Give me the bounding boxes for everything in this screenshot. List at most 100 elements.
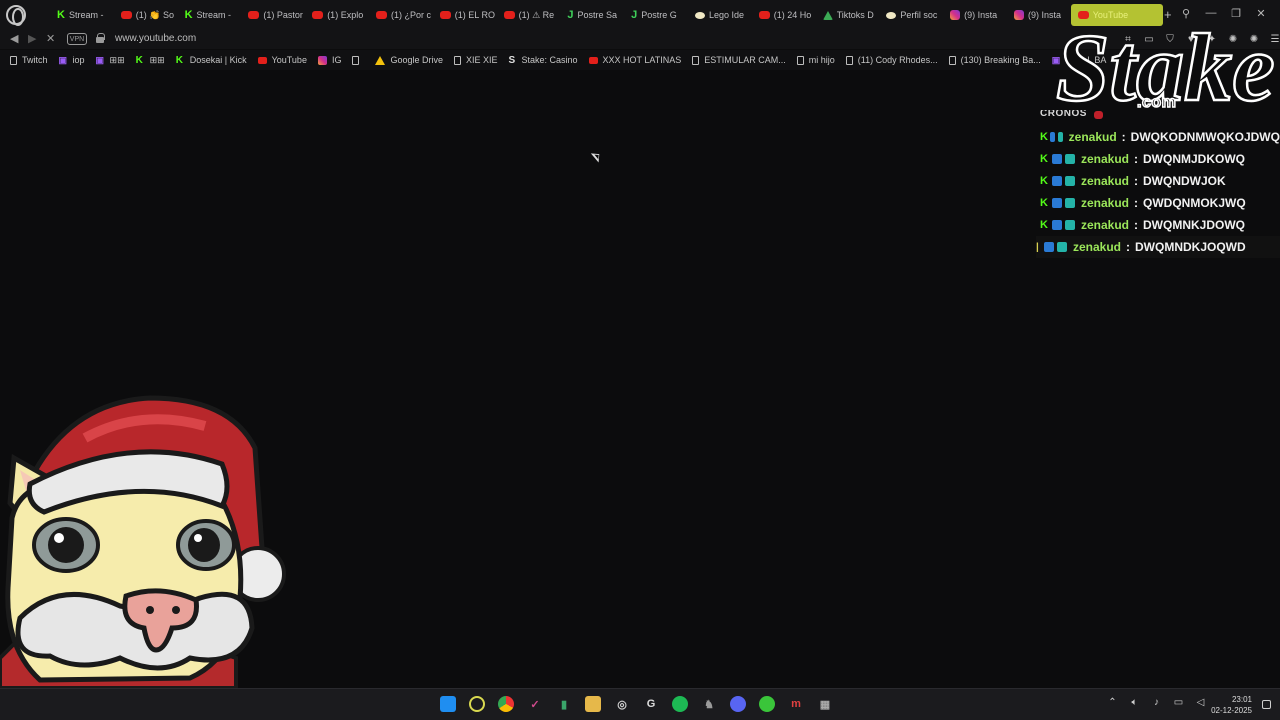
bookmark-item[interactable]: (11) Cody Rhodes... <box>845 55 938 65</box>
chat-username: zenakud <box>1081 152 1130 166</box>
bookmark-label: IG <box>331 55 342 65</box>
bookmark-item[interactable]: ▣ iop <box>59 55 85 65</box>
app2-icon[interactable]: m <box>788 696 804 712</box>
browser-tab[interactable]: (1) EL RO <box>433 4 497 26</box>
vpn-badge[interactable]: VPN <box>67 33 87 45</box>
kick-favicon-icon: K <box>184 9 193 21</box>
spotify-icon[interactable] <box>672 696 688 712</box>
stop-loading-icon[interactable]: ✕ <box>46 32 55 45</box>
tab-label: (1) ⚠ Re <box>518 9 555 20</box>
lock-icon[interactable] <box>96 33 105 43</box>
bookmark-label: (130) Breaking Ba... <box>960 55 1041 65</box>
browser-tab[interactable]: J Postre Sa <box>560 4 624 26</box>
mic-icon[interactable]: ♪ <box>1150 697 1163 708</box>
kick-badge-icon: K <box>1040 175 1048 187</box>
tab-label: (1) 24 Ho <box>773 10 812 20</box>
subscriber-badge-icon <box>1065 220 1075 230</box>
chat-separator: : <box>1134 196 1139 210</box>
chat-message: Kzenakud: DWQKODNMWQKOJDWQ <box>1036 126 1280 148</box>
bookmark-label: ESTIMULAR CAM... <box>704 55 786 65</box>
forward-icon[interactable]: ▶ <box>28 32 36 45</box>
bookmark-item[interactable]: K Dosekai | Kick <box>176 55 247 65</box>
network-icon[interactable]: ▭ <box>1172 697 1185 708</box>
bookmark-item[interactable]: XXX HOT LATINAS <box>588 55 681 65</box>
bookmark-item[interactable]: mi hijo <box>796 55 835 65</box>
bookmark-item[interactable]: XIE XIE <box>454 55 498 65</box>
bookmark-item[interactable]: Google Drive <box>375 55 443 65</box>
ig-favicon-icon <box>1013 10 1024 20</box>
doc-bookmark-icon <box>352 55 360 65</box>
chrome-icon[interactable] <box>498 696 514 712</box>
app-icon[interactable]: ✓ <box>527 696 543 712</box>
chat-text: DWQMNDKJOQWD <box>1135 240 1246 254</box>
chat-badge-icon <box>1094 111 1103 119</box>
bookmark-label: Dosekai | Kick <box>189 55 247 65</box>
bookmark-item[interactable]: ▣ ⊞⊞ <box>96 55 125 66</box>
bookmark-item[interactable]: (130) Breaking Ba... <box>948 55 1041 65</box>
browser-tab[interactable]: K Stream - <box>178 4 242 26</box>
stream-deck-icon[interactable]: ♞ <box>701 696 717 712</box>
vpn-app-icon[interactable] <box>759 696 775 712</box>
chat-badge-fragment: | <box>1036 241 1039 253</box>
tab-label: (9) Insta <box>964 10 998 20</box>
notepad-icon[interactable]: ▮ <box>556 696 572 712</box>
back-icon[interactable]: ◀ <box>10 32 18 45</box>
browser-tab[interactable]: Lego Ide <box>688 4 752 26</box>
sword-badge-icon <box>1052 154 1062 164</box>
chat-separator: : <box>1134 218 1139 232</box>
chat-text: DWQMNKJDOWQ <box>1143 218 1246 232</box>
browser-tab[interactable]: (1) Pastor <box>241 4 305 26</box>
bookmark-item[interactable]: IG <box>317 55 342 65</box>
calculator-icon[interactable]: ▦ <box>817 696 833 712</box>
subscriber-badge-icon <box>1057 242 1067 252</box>
bookmark-item[interactable]: Twitch <box>10 55 48 65</box>
chat-text: DWQNMJDKOWQ <box>1143 152 1246 166</box>
chat-username: zenakud <box>1081 196 1130 210</box>
bookmark-item[interactable]: ESTIMULAR CAM... <box>692 55 786 65</box>
browser-tab[interactable]: K Stream - <box>50 4 114 26</box>
browser-tab[interactable]: (1) ⚠ Re <box>497 4 561 26</box>
bookmark-item[interactable]: YouTube <box>257 55 307 65</box>
chat-username: zenakud <box>1073 240 1122 254</box>
clock-time: 23:01 <box>1231 695 1252 704</box>
browser-tab[interactable]: (1) ¿Por c <box>369 4 433 26</box>
bookmark-item[interactable]: K ⊞⊞ <box>136 55 165 66</box>
browser-tab[interactable]: (1) Explo <box>305 4 369 26</box>
yt-bookmark-icon <box>588 56 598 64</box>
clock[interactable]: 23:01 02-12-2025 <box>1206 694 1252 716</box>
subscriber-badge-icon <box>1065 198 1075 208</box>
opera-menu-icon[interactable] <box>6 5 26 26</box>
sword-badge-icon <box>1052 198 1062 208</box>
chat-separator: : <box>1134 152 1139 166</box>
chat-header: CRONOS <box>1040 110 1087 119</box>
notifications-icon[interactable] <box>1262 700 1271 709</box>
browser-tab[interactable]: Tiktoks D <box>816 4 880 26</box>
browser-tab[interactable]: J Postre G <box>624 4 688 26</box>
file-explorer-icon[interactable] <box>585 696 601 712</box>
sword-badge-icon <box>1049 132 1055 142</box>
windows-start-icon[interactable] <box>440 696 456 712</box>
logitech-icon[interactable]: G <box>643 696 659 712</box>
browser-tab[interactable]: Perfil soc <box>879 4 943 26</box>
doc-bookmark-icon <box>10 55 17 65</box>
bookmark-label: ⊞⊞ <box>109 54 125 65</box>
stake-bookmark-icon: S <box>508 54 516 66</box>
opera-taskbar-icon[interactable] <box>469 696 485 712</box>
browser-tab[interactable]: (1) 👏 So <box>114 4 178 26</box>
chat-text: QWDQNMOKJWQ <box>1143 196 1246 210</box>
chevron-up-icon[interactable]: ⌃ <box>1106 697 1119 708</box>
tab-label: (1) Explo <box>327 10 364 20</box>
browser-tab[interactable]: (9) Insta <box>943 4 1007 26</box>
discord-icon[interactable] <box>730 696 746 712</box>
bookmark-label: (11) Cody Rhodes... <box>857 55 938 65</box>
kick-favicon-icon: K <box>57 9 65 21</box>
url-field[interactable]: www.youtube.com <box>115 33 196 44</box>
obs-icon[interactable]: ◎ <box>614 696 630 712</box>
speaker-icon[interactable]: 🔈︎ <box>1128 697 1141 708</box>
bookmark-item[interactable] <box>352 55 364 65</box>
taskbar-apps: ✓ ▮ ◎ G ♞ m ▦ <box>440 696 833 712</box>
bookmark-label: Stake: Casino <box>521 55 578 65</box>
bookmark-item[interactable]: S Stake: Casino <box>509 55 578 65</box>
browser-tab[interactable]: (1) 24 Ho <box>752 4 816 26</box>
system-tray: ⌃ 🔈︎ ♪ ▭ ◁ <box>1106 697 1207 708</box>
